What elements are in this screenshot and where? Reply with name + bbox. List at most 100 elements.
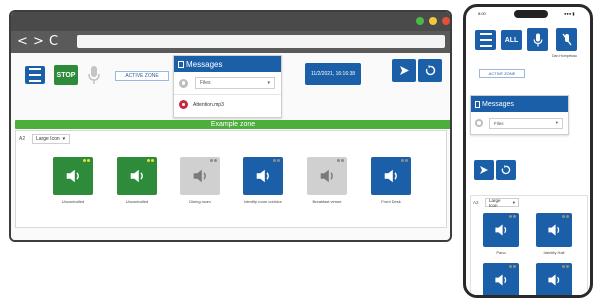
icon-size-select[interactable]: Large Icon ▾ bbox=[32, 134, 70, 144]
forward-icon[interactable]: > bbox=[33, 33, 44, 51]
desktop-speaker-label: Dining room bbox=[189, 199, 211, 204]
phone-speaker-label: Pano bbox=[496, 250, 506, 255]
browser-navbar: < > C bbox=[11, 31, 450, 53]
desktop-speaker-tile[interactable] bbox=[117, 157, 157, 195]
phone-speaker-count: A2 bbox=[473, 200, 479, 205]
phone-mute-button[interactable] bbox=[556, 28, 577, 51]
phone-repeat-button[interactable] bbox=[496, 160, 516, 180]
desktop-speaker-label: Identity room corridor bbox=[244, 199, 282, 204]
chevron-down-icon: ▾ bbox=[555, 120, 558, 125]
phone-frame: 8:00 ●●● ▮ ALL Dan Hompetosc ACTIVE ZONE… bbox=[463, 4, 593, 298]
stage: < > C STOP ACTIVE ZONE Messages Files ▾ … bbox=[0, 0, 597, 300]
speaker-icon bbox=[193, 169, 206, 183]
messages-title: Messages bbox=[186, 59, 223, 69]
phone-speaker-label: Identity Hall bbox=[543, 250, 565, 255]
phone-notch bbox=[514, 10, 548, 18]
desktop-speaker-label: Uncontrolled bbox=[61, 199, 85, 204]
files-select-value: Files bbox=[200, 80, 211, 86]
phone-messages-panel: Messages Files ▾ bbox=[470, 95, 569, 135]
phone-speaker-tile[interactable] bbox=[536, 213, 572, 247]
microphone-icon bbox=[533, 33, 542, 46]
files-toggle[interactable] bbox=[179, 78, 188, 88]
repeat-button[interactable] bbox=[418, 59, 442, 82]
files-row: Files ▾ bbox=[174, 72, 281, 94]
desktop-speaker-tile[interactable] bbox=[307, 157, 347, 195]
phone-menu-button[interactable] bbox=[475, 30, 496, 50]
chevron-down-icon: ▾ bbox=[267, 80, 270, 86]
phone-active-zone-button[interactable]: ACTIVE ZONE bbox=[479, 69, 525, 78]
desktop-speaker-label: Breakfast venue bbox=[312, 199, 342, 204]
phone-contact-label: Dan Hompetosc bbox=[552, 54, 578, 58]
phone-speaker-tile[interactable] bbox=[536, 263, 572, 295]
message-selected-indicator bbox=[179, 100, 188, 109]
browser-titlebar bbox=[11, 12, 450, 31]
window-maximize-dot[interactable] bbox=[416, 17, 424, 25]
document-icon bbox=[178, 60, 184, 68]
phone-speaker-tile[interactable] bbox=[483, 213, 519, 247]
messages-panel: Messages Files ▾ Attention.mp3 bbox=[173, 55, 282, 118]
phone-all-button[interactable]: ALL bbox=[501, 30, 522, 50]
phone-send-button[interactable] bbox=[474, 160, 494, 180]
messages-header: Messages bbox=[174, 56, 281, 72]
chevron-down-icon: ▾ bbox=[512, 199, 515, 205]
app-content: STOP ACTIVE ZONE Messages Files ▾ Attent… bbox=[11, 53, 450, 240]
status-dots bbox=[562, 265, 569, 268]
message-item-label: Attention.mp3 bbox=[193, 101, 224, 108]
microphone-button[interactable] bbox=[84, 63, 104, 87]
phone-status-icons: ●●● ▮ bbox=[564, 11, 575, 16]
back-icon[interactable]: < bbox=[17, 33, 28, 51]
stop-button[interactable]: STOP bbox=[54, 65, 78, 85]
message-item[interactable]: Attention.mp3 bbox=[174, 94, 281, 114]
window-close-dot[interactable] bbox=[442, 17, 450, 25]
desktop-speaker-tile[interactable] bbox=[371, 157, 411, 195]
status-dots bbox=[147, 159, 154, 162]
phone-files-select[interactable]: Files ▾ bbox=[489, 117, 563, 129]
phone-speaker-tile[interactable] bbox=[483, 263, 519, 295]
phone-files-row: Files ▾ bbox=[471, 112, 568, 134]
reload-icon[interactable]: C bbox=[49, 33, 58, 51]
window-minimize-dot[interactable] bbox=[429, 17, 437, 25]
files-select[interactable]: Files ▾ bbox=[195, 77, 275, 89]
speaker-icon bbox=[548, 274, 560, 286]
status-dots bbox=[273, 159, 280, 162]
status-dots bbox=[210, 159, 217, 162]
icon-size-value: Large Icon bbox=[36, 136, 60, 142]
status-dots bbox=[562, 215, 569, 218]
speaker-count: A2 bbox=[19, 136, 26, 142]
speaker-icon bbox=[495, 224, 507, 236]
phone-icon-size-value: Large Icon bbox=[489, 197, 501, 208]
datetime-display: 11/2/2021, 16:16:38 bbox=[305, 63, 361, 85]
phone-microphone-button[interactable] bbox=[527, 28, 548, 51]
address-bar[interactable] bbox=[77, 35, 445, 48]
phone-messages-title: Messages bbox=[482, 100, 514, 108]
speaker-icon bbox=[548, 224, 560, 236]
mute-microphone-icon bbox=[561, 33, 572, 45]
menu-button[interactable] bbox=[25, 66, 45, 84]
phone-files-select-value: Files bbox=[494, 120, 504, 126]
desktop-speaker-tile[interactable] bbox=[53, 157, 93, 195]
desktop-speaker-tile[interactable] bbox=[243, 157, 283, 195]
status-dots bbox=[83, 159, 90, 162]
microphone-icon bbox=[88, 66, 100, 84]
repeat-icon bbox=[425, 65, 435, 76]
desktop-speaker-label: Front Desk bbox=[381, 199, 401, 204]
speaker-icon bbox=[256, 169, 269, 183]
speaker-icon bbox=[384, 169, 397, 183]
zone-title-bar: Example zone bbox=[15, 120, 450, 129]
repeat-icon bbox=[501, 165, 511, 175]
active-zone-button[interactable]: ACTIVE ZONE bbox=[115, 71, 169, 81]
send-icon bbox=[399, 66, 409, 75]
phone-icon-size-select[interactable]: Large Icon ▾ bbox=[485, 197, 519, 208]
browser-window: < > C STOP ACTIVE ZONE Messages Files ▾ … bbox=[9, 10, 452, 242]
send-button[interactable] bbox=[392, 59, 416, 82]
phone-files-toggle[interactable] bbox=[475, 119, 483, 127]
phone-time: 8:00 bbox=[478, 11, 486, 16]
status-dots bbox=[337, 159, 344, 162]
desktop-speaker-tile[interactable] bbox=[180, 157, 220, 195]
send-icon bbox=[480, 166, 488, 174]
status-dots bbox=[509, 265, 516, 268]
status-dots bbox=[509, 215, 516, 218]
chevron-down-icon: ▾ bbox=[62, 136, 66, 142]
speaker-icon bbox=[66, 169, 79, 183]
desktop-speaker-label: Uncontrolled bbox=[125, 199, 149, 204]
